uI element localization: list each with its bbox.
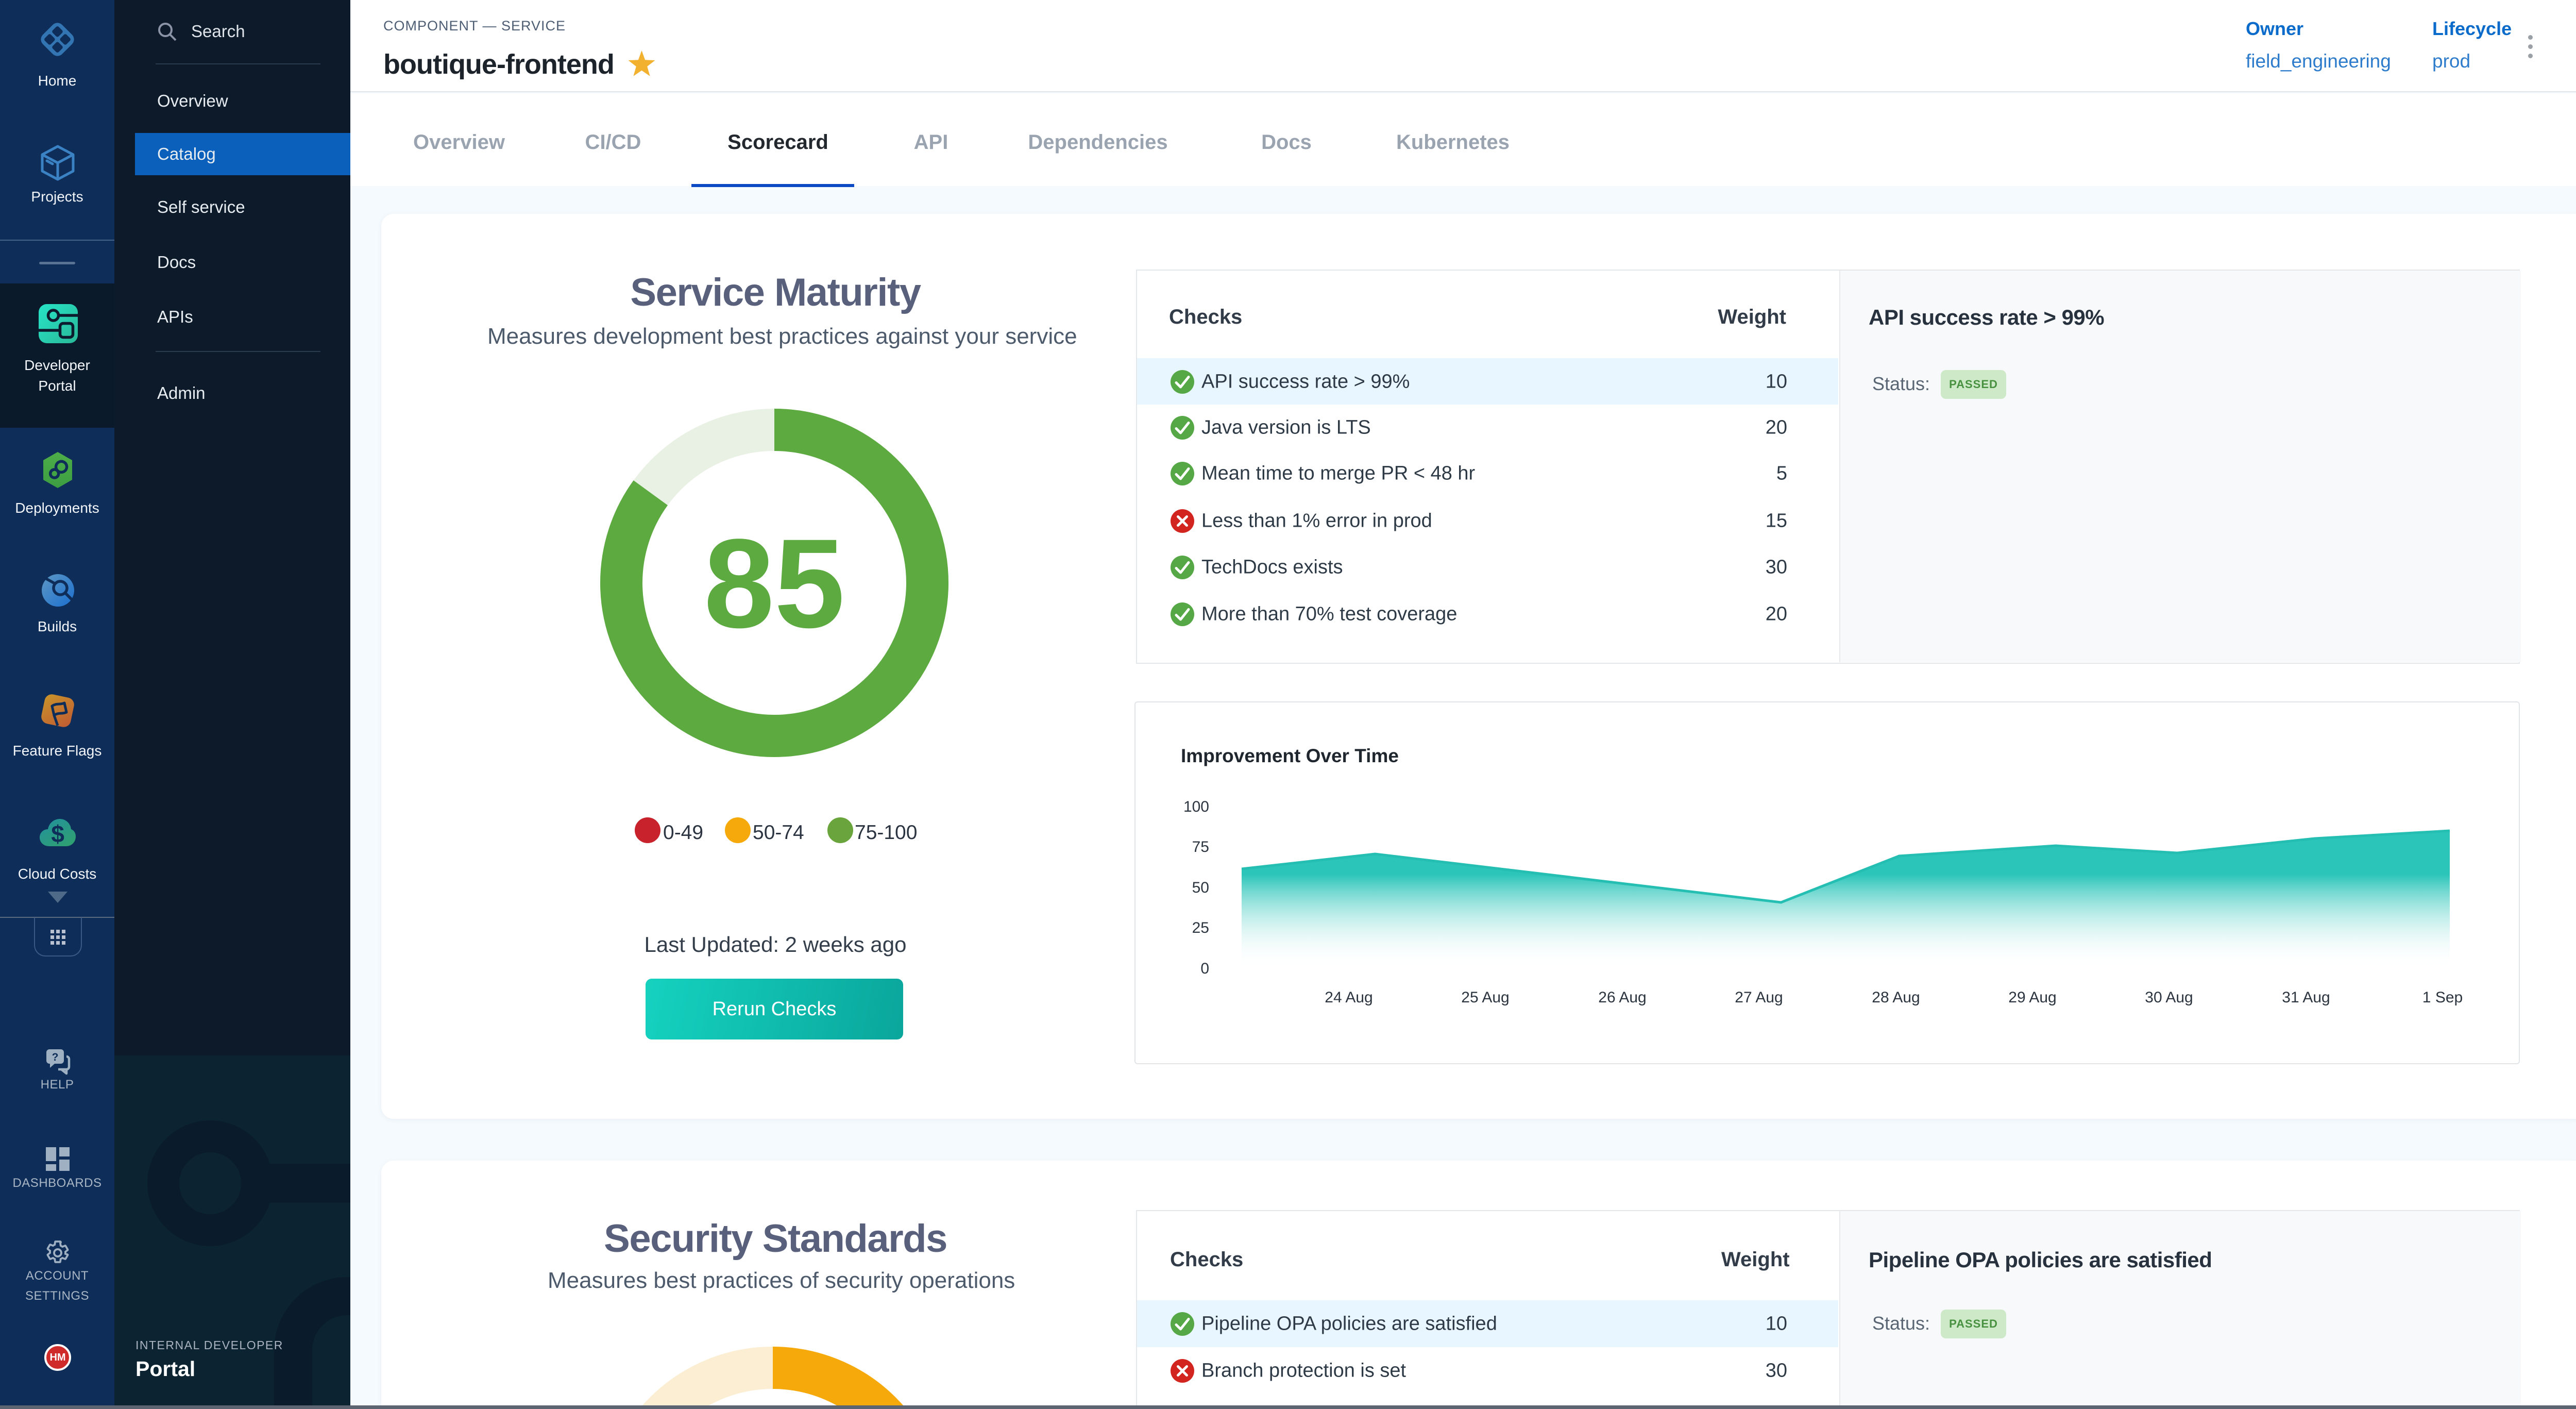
- svg-text:27 Aug: 27 Aug: [1735, 989, 1783, 1006]
- svg-text:30 Aug: 30 Aug: [2145, 989, 2193, 1006]
- svg-text:28 Aug: 28 Aug: [1872, 989, 1920, 1006]
- svg-text:85: 85: [704, 513, 845, 655]
- svg-text:25 Aug: 25 Aug: [1461, 989, 1509, 1006]
- svg-text:75: 75: [1192, 838, 1209, 856]
- svg-text:0: 0: [1200, 960, 1209, 977]
- svg-text:1 Sep: 1 Sep: [2422, 989, 2463, 1006]
- svg-text:29 Aug: 29 Aug: [2008, 989, 2056, 1006]
- svg-text:26 Aug: 26 Aug: [1598, 989, 1646, 1006]
- svg-text:$: $: [51, 820, 64, 846]
- svg-text:24 Aug: 24 Aug: [1325, 989, 1372, 1006]
- svg-text:50: 50: [1192, 879, 1209, 896]
- svg-text:?: ?: [52, 1051, 59, 1063]
- svg-text:31 Aug: 31 Aug: [2282, 989, 2330, 1006]
- svg-text:25: 25: [1192, 919, 1209, 936]
- svg-text:100: 100: [1183, 798, 1209, 815]
